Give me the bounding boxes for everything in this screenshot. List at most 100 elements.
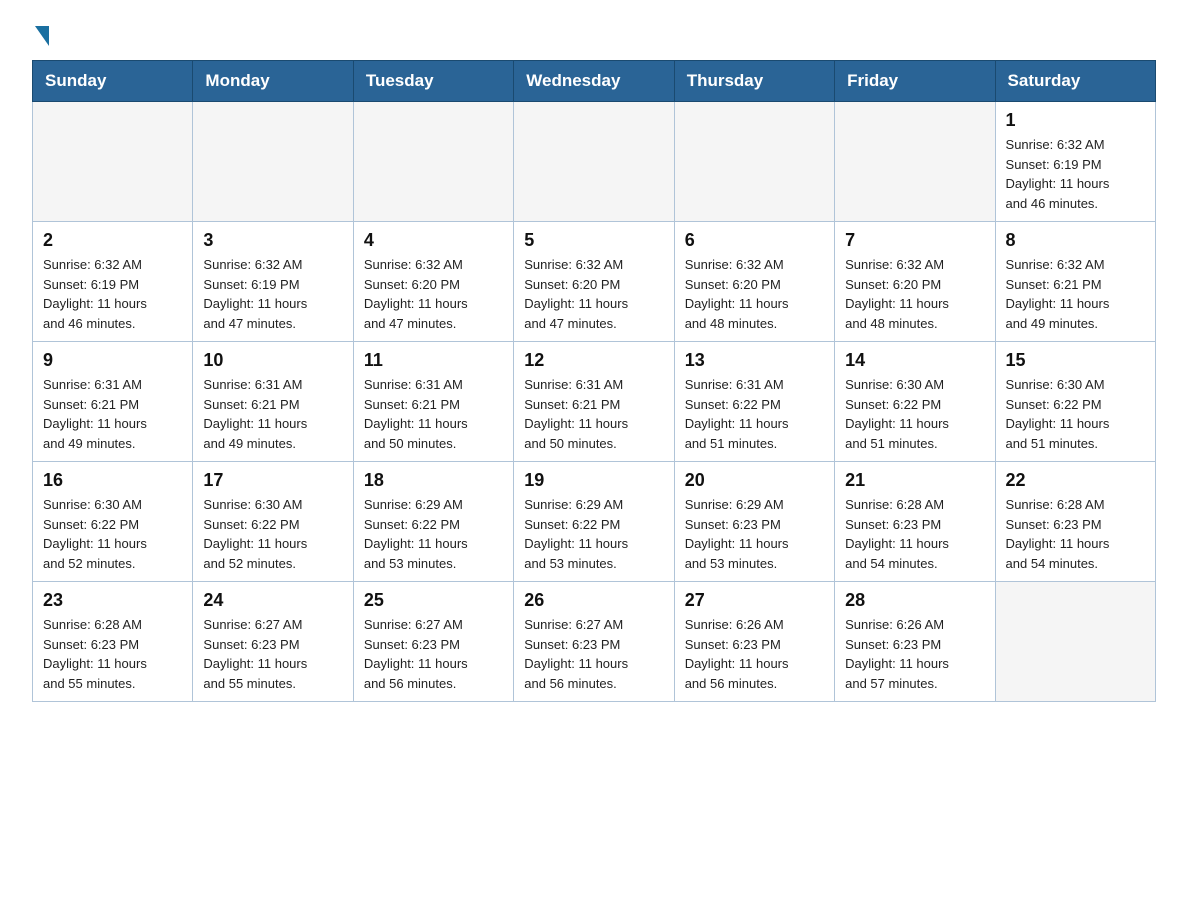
calendar-cell: 6 Sunrise: 6:32 AMSunset: 6:20 PMDaylight… bbox=[674, 222, 834, 342]
day-number: 12 bbox=[524, 350, 663, 371]
calendar-cell: 19 Sunrise: 6:29 AMSunset: 6:22 PMDayligh… bbox=[514, 462, 674, 582]
day-info: Sunrise: 6:31 AMSunset: 6:21 PMDaylight:… bbox=[203, 375, 342, 453]
day-number: 23 bbox=[43, 590, 182, 611]
day-number: 2 bbox=[43, 230, 182, 251]
calendar-cell: 20 Sunrise: 6:29 AMSunset: 6:23 PMDayligh… bbox=[674, 462, 834, 582]
logo-arrow-icon bbox=[35, 26, 49, 46]
calendar-cell bbox=[674, 102, 834, 222]
day-info: Sunrise: 6:31 AMSunset: 6:21 PMDaylight:… bbox=[43, 375, 182, 453]
calendar-cell bbox=[33, 102, 193, 222]
day-info: Sunrise: 6:31 AMSunset: 6:21 PMDaylight:… bbox=[524, 375, 663, 453]
calendar-cell: 3 Sunrise: 6:32 AMSunset: 6:19 PMDaylight… bbox=[193, 222, 353, 342]
day-info: Sunrise: 6:26 AMSunset: 6:23 PMDaylight:… bbox=[685, 615, 824, 693]
day-number: 7 bbox=[845, 230, 984, 251]
calendar-cell bbox=[514, 102, 674, 222]
day-number: 1 bbox=[1006, 110, 1145, 131]
calendar-cell: 4 Sunrise: 6:32 AMSunset: 6:20 PMDaylight… bbox=[353, 222, 513, 342]
calendar-cell bbox=[995, 582, 1155, 702]
week-row-1: 1 Sunrise: 6:32 AMSunset: 6:19 PMDaylight… bbox=[33, 102, 1156, 222]
day-number: 16 bbox=[43, 470, 182, 491]
day-number: 19 bbox=[524, 470, 663, 491]
day-header-saturday: Saturday bbox=[995, 61, 1155, 102]
calendar-cell: 27 Sunrise: 6:26 AMSunset: 6:23 PMDayligh… bbox=[674, 582, 834, 702]
day-header-friday: Friday bbox=[835, 61, 995, 102]
day-info: Sunrise: 6:29 AMSunset: 6:22 PMDaylight:… bbox=[524, 495, 663, 573]
day-number: 10 bbox=[203, 350, 342, 371]
calendar-cell: 26 Sunrise: 6:27 AMSunset: 6:23 PMDayligh… bbox=[514, 582, 674, 702]
day-info: Sunrise: 6:31 AMSunset: 6:22 PMDaylight:… bbox=[685, 375, 824, 453]
day-header-tuesday: Tuesday bbox=[353, 61, 513, 102]
day-info: Sunrise: 6:32 AMSunset: 6:20 PMDaylight:… bbox=[845, 255, 984, 333]
day-info: Sunrise: 6:29 AMSunset: 6:22 PMDaylight:… bbox=[364, 495, 503, 573]
week-row-3: 9 Sunrise: 6:31 AMSunset: 6:21 PMDaylight… bbox=[33, 342, 1156, 462]
calendar-cell: 23 Sunrise: 6:28 AMSunset: 6:23 PMDayligh… bbox=[33, 582, 193, 702]
calendar-cell: 14 Sunrise: 6:30 AMSunset: 6:22 PMDayligh… bbox=[835, 342, 995, 462]
day-info: Sunrise: 6:30 AMSunset: 6:22 PMDaylight:… bbox=[203, 495, 342, 573]
day-number: 27 bbox=[685, 590, 824, 611]
calendar-cell: 16 Sunrise: 6:30 AMSunset: 6:22 PMDayligh… bbox=[33, 462, 193, 582]
day-number: 4 bbox=[364, 230, 503, 251]
calendar-header-row: SundayMondayTuesdayWednesdayThursdayFrid… bbox=[33, 61, 1156, 102]
week-row-5: 23 Sunrise: 6:28 AMSunset: 6:23 PMDayligh… bbox=[33, 582, 1156, 702]
calendar-cell: 28 Sunrise: 6:26 AMSunset: 6:23 PMDayligh… bbox=[835, 582, 995, 702]
day-number: 9 bbox=[43, 350, 182, 371]
calendar-cell: 7 Sunrise: 6:32 AMSunset: 6:20 PMDaylight… bbox=[835, 222, 995, 342]
calendar-cell: 8 Sunrise: 6:32 AMSunset: 6:21 PMDaylight… bbox=[995, 222, 1155, 342]
day-info: Sunrise: 6:30 AMSunset: 6:22 PMDaylight:… bbox=[1006, 375, 1145, 453]
calendar-cell: 5 Sunrise: 6:32 AMSunset: 6:20 PMDaylight… bbox=[514, 222, 674, 342]
day-number: 24 bbox=[203, 590, 342, 611]
calendar-cell: 9 Sunrise: 6:31 AMSunset: 6:21 PMDaylight… bbox=[33, 342, 193, 462]
day-number: 8 bbox=[1006, 230, 1145, 251]
day-info: Sunrise: 6:27 AMSunset: 6:23 PMDaylight:… bbox=[203, 615, 342, 693]
day-number: 28 bbox=[845, 590, 984, 611]
calendar-cell: 10 Sunrise: 6:31 AMSunset: 6:21 PMDayligh… bbox=[193, 342, 353, 462]
day-info: Sunrise: 6:28 AMSunset: 6:23 PMDaylight:… bbox=[1006, 495, 1145, 573]
day-number: 5 bbox=[524, 230, 663, 251]
day-info: Sunrise: 6:30 AMSunset: 6:22 PMDaylight:… bbox=[43, 495, 182, 573]
day-header-sunday: Sunday bbox=[33, 61, 193, 102]
day-header-monday: Monday bbox=[193, 61, 353, 102]
day-number: 6 bbox=[685, 230, 824, 251]
day-info: Sunrise: 6:32 AMSunset: 6:19 PMDaylight:… bbox=[203, 255, 342, 333]
calendar-cell: 15 Sunrise: 6:30 AMSunset: 6:22 PMDayligh… bbox=[995, 342, 1155, 462]
day-info: Sunrise: 6:32 AMSunset: 6:20 PMDaylight:… bbox=[524, 255, 663, 333]
day-info: Sunrise: 6:28 AMSunset: 6:23 PMDaylight:… bbox=[845, 495, 984, 573]
calendar-cell: 21 Sunrise: 6:28 AMSunset: 6:23 PMDayligh… bbox=[835, 462, 995, 582]
page-header bbox=[32, 24, 1156, 42]
day-number: 14 bbox=[845, 350, 984, 371]
calendar-cell bbox=[353, 102, 513, 222]
day-info: Sunrise: 6:29 AMSunset: 6:23 PMDaylight:… bbox=[685, 495, 824, 573]
logo bbox=[32, 24, 49, 42]
calendar-cell: 12 Sunrise: 6:31 AMSunset: 6:21 PMDayligh… bbox=[514, 342, 674, 462]
calendar-cell: 13 Sunrise: 6:31 AMSunset: 6:22 PMDayligh… bbox=[674, 342, 834, 462]
day-info: Sunrise: 6:27 AMSunset: 6:23 PMDaylight:… bbox=[524, 615, 663, 693]
day-number: 22 bbox=[1006, 470, 1145, 491]
day-info: Sunrise: 6:28 AMSunset: 6:23 PMDaylight:… bbox=[43, 615, 182, 693]
day-info: Sunrise: 6:32 AMSunset: 6:19 PMDaylight:… bbox=[43, 255, 182, 333]
day-info: Sunrise: 6:26 AMSunset: 6:23 PMDaylight:… bbox=[845, 615, 984, 693]
day-number: 20 bbox=[685, 470, 824, 491]
calendar-cell: 25 Sunrise: 6:27 AMSunset: 6:23 PMDayligh… bbox=[353, 582, 513, 702]
day-info: Sunrise: 6:30 AMSunset: 6:22 PMDaylight:… bbox=[845, 375, 984, 453]
day-info: Sunrise: 6:32 AMSunset: 6:20 PMDaylight:… bbox=[685, 255, 824, 333]
day-info: Sunrise: 6:32 AMSunset: 6:20 PMDaylight:… bbox=[364, 255, 503, 333]
day-number: 13 bbox=[685, 350, 824, 371]
day-number: 18 bbox=[364, 470, 503, 491]
day-number: 3 bbox=[203, 230, 342, 251]
week-row-2: 2 Sunrise: 6:32 AMSunset: 6:19 PMDaylight… bbox=[33, 222, 1156, 342]
calendar-cell: 17Sunrise: 6:30 AMSunset: 6:22 PMDayligh… bbox=[193, 462, 353, 582]
day-number: 25 bbox=[364, 590, 503, 611]
day-number: 11 bbox=[364, 350, 503, 371]
calendar-cell: 24 Sunrise: 6:27 AMSunset: 6:23 PMDayligh… bbox=[193, 582, 353, 702]
day-number: 21 bbox=[845, 470, 984, 491]
day-info: Sunrise: 6:32 AMSunset: 6:21 PMDaylight:… bbox=[1006, 255, 1145, 333]
calendar-table: SundayMondayTuesdayWednesdayThursdayFrid… bbox=[32, 60, 1156, 702]
day-number: 15 bbox=[1006, 350, 1145, 371]
day-number: 26 bbox=[524, 590, 663, 611]
calendar-cell: 11Sunrise: 6:31 AMSunset: 6:21 PMDayligh… bbox=[353, 342, 513, 462]
calendar-cell: 22 Sunrise: 6:28 AMSunset: 6:23 PMDayligh… bbox=[995, 462, 1155, 582]
calendar-cell: 2 Sunrise: 6:32 AMSunset: 6:19 PMDaylight… bbox=[33, 222, 193, 342]
day-info: Sunrise: 6:27 AMSunset: 6:23 PMDaylight:… bbox=[364, 615, 503, 693]
day-info: Sunrise: 6:32 AMSunset: 6:19 PMDaylight:… bbox=[1006, 135, 1145, 213]
calendar-cell: 18 Sunrise: 6:29 AMSunset: 6:22 PMDayligh… bbox=[353, 462, 513, 582]
